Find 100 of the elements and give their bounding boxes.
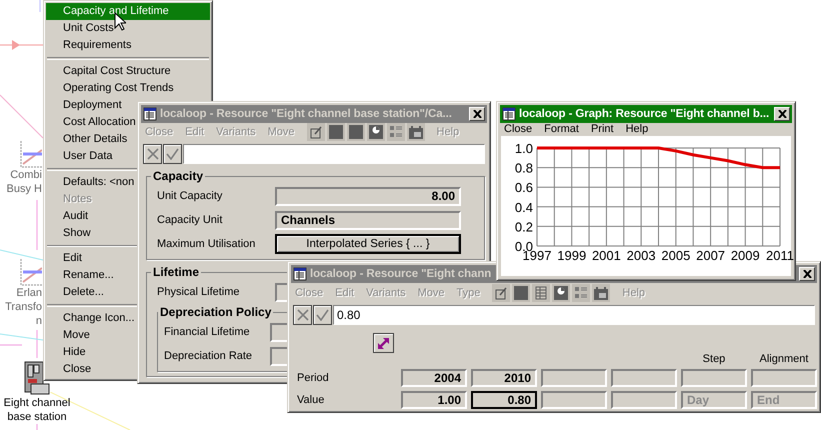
field-label: Capacity Unit — [157, 214, 224, 226]
table-window-icon — [293, 267, 307, 281]
menu-item[interactable]: Other Details — [63, 130, 128, 148]
menu-item[interactable]: Unit Costs — [63, 20, 114, 37]
table-window-icon — [502, 107, 516, 121]
node-label: Combi — [10, 168, 42, 182]
input-field[interactable]: 0.80 — [471, 391, 537, 409]
y-tick-label: 0.2 — [514, 219, 533, 234]
grid-icon[interactable] — [533, 284, 550, 300]
check-icon — [316, 309, 329, 321]
input-field[interactable]: Channels — [275, 210, 461, 230]
cancel-button[interactable] — [293, 305, 312, 325]
x-tick-label: 2001 — [592, 248, 621, 263]
input-field[interactable] — [541, 369, 607, 387]
y-tick-label: 0.4 — [514, 200, 533, 215]
node-label: base station — [7, 410, 67, 424]
dark-tile-icon[interactable] — [513, 284, 530, 300]
menu-item[interactable]: Move — [63, 327, 90, 344]
row-label: Value — [297, 394, 326, 406]
ramp-chart-icon[interactable] — [20, 258, 42, 286]
input-field[interactable]: 2004 — [401, 369, 467, 387]
calendar-icon[interactable] — [408, 124, 424, 140]
menu-item[interactable]: Rename... — [63, 267, 114, 284]
y-tick-label: 0.8 — [514, 160, 533, 176]
diagonal-arrow-icon — [376, 336, 391, 350]
close-button[interactable] — [799, 267, 815, 281]
input-field[interactable]: 8.00 — [275, 186, 461, 206]
field-label: Unit Capacity — [157, 190, 224, 202]
input-field[interactable] — [541, 391, 607, 409]
field-label: Depreciation Rate — [164, 350, 254, 362]
dark-tile-icon[interactable] — [328, 124, 344, 140]
pie-chart-icon[interactable] — [368, 124, 384, 140]
menu-item[interactable]: Requirements — [63, 37, 132, 54]
y-tick-label: 0.6 — [514, 180, 533, 196]
x-tick-label: 1999 — [557, 248, 586, 263]
node-label: Busy H — [6, 182, 42, 196]
close-button[interactable] — [469, 107, 485, 121]
node-label: Transfo — [5, 300, 42, 314]
menu-item[interactable]: Close — [504, 123, 532, 135]
menu-item[interactable]: Format — [544, 123, 579, 135]
x-tick-label: 2011 — [766, 248, 794, 263]
pie-chart-icon[interactable] — [553, 284, 570, 300]
menu-item[interactable]: User Data — [63, 148, 113, 165]
menu-item[interactable]: Close — [63, 361, 92, 378]
group-title: Capacity — [152, 169, 204, 183]
x-tick-label: 2007 — [696, 248, 726, 263]
input-field[interactable]: 2010 — [471, 369, 537, 387]
close-icon — [802, 270, 812, 278]
table-window-icon — [143, 107, 157, 121]
menu-item[interactable]: Hide — [63, 344, 86, 361]
input-field[interactable] — [751, 369, 817, 387]
menu-item[interactable]: Cost Allocation — [63, 114, 136, 131]
menu-item[interactable]: Show — [63, 224, 91, 242]
confirm-button[interactable] — [163, 144, 182, 164]
menu-item[interactable]: Operating Cost Trends — [63, 80, 174, 97]
menu-item[interactable]: Defaults: <non — [63, 174, 134, 190]
swap-button[interactable] — [373, 333, 394, 353]
window-title-bar[interactable]: localoop - Graph: Resource "Eight channel b... — [500, 105, 792, 123]
close-icon — [472, 110, 482, 118]
window-title: localoop - Resource "Eight channel base station"/Ca... — [160, 108, 453, 120]
menu-item[interactable]: Audit — [63, 208, 88, 224]
column-header: Alignment — [758, 353, 810, 365]
menu-item[interactable]: Change Icon... — [63, 310, 135, 327]
menu-item[interactable]: Capital Cost Structure — [63, 62, 171, 80]
node-label: n — [36, 314, 42, 328]
calendar-icon[interactable] — [593, 284, 610, 300]
form-icon[interactable] — [493, 284, 510, 300]
group-title: Lifetime — [152, 265, 200, 279]
cross-icon — [296, 309, 308, 321]
window-title: localoop - Graph: Resource "Eight channel b... — [519, 108, 770, 120]
confirm-button[interactable] — [313, 305, 332, 325]
y-tick-label: 1.0 — [514, 141, 533, 156]
menu-item[interactable]: Print — [590, 123, 614, 135]
x-tick-label: 2005 — [661, 248, 690, 263]
ramp-chart-icon[interactable] — [20, 140, 42, 168]
column-header: Step — [702, 353, 726, 365]
form-icon[interactable] — [308, 124, 324, 140]
x-tick-label: 2009 — [730, 248, 760, 263]
input-field[interactable] — [183, 144, 485, 164]
input-field[interactable] — [681, 369, 747, 387]
close-button[interactable] — [774, 107, 790, 121]
row-label: Period — [297, 372, 330, 384]
menu-item[interactable]: Delete... — [63, 284, 104, 302]
dark-tile-icon[interactable] — [348, 124, 364, 140]
series-button[interactable]: Interpolated Series { ... } — [275, 234, 461, 254]
input-field[interactable]: 1.00 — [401, 391, 467, 409]
window-title: localoop - Resource "Eight chann — [310, 268, 492, 280]
group-title: Depreciation Policy — [159, 305, 272, 319]
menu-item[interactable]: Capacity and Lifetime — [46, 3, 210, 20]
input-field[interactable]: 0.80 — [333, 305, 815, 325]
menu-item[interactable]: Edit — [63, 250, 82, 268]
node-label: Erlan — [16, 286, 42, 300]
cancel-button[interactable] — [143, 144, 162, 164]
field-label: Financial Lifetime — [164, 326, 251, 338]
field-label: Maximum Utilisation — [157, 238, 256, 250]
menu-item[interactable]: Deployment — [63, 96, 122, 114]
menu-item[interactable]: Help — [626, 123, 648, 135]
input-field[interactable] — [611, 369, 677, 387]
x-tick-label: 2003 — [626, 248, 656, 263]
input-field[interactable] — [611, 391, 677, 409]
